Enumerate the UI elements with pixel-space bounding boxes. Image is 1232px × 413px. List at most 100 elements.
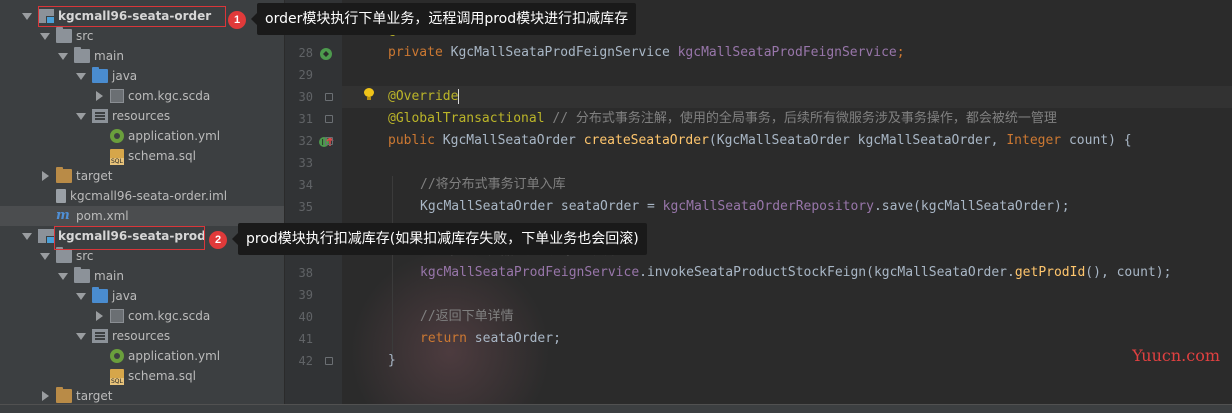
source-folder-icon: [92, 67, 108, 83]
implementation-marker-icon[interactable]: [319, 46, 333, 65]
tree-item[interactable]: application.yml: [0, 346, 284, 366]
code-line-29[interactable]: @Override: [388, 86, 460, 108]
callout-1-highlight: [38, 6, 226, 27]
module-icon: [38, 229, 55, 244]
expand-arrow-icon[interactable]: [40, 31, 50, 41]
line-number: 40: [298, 310, 313, 324]
text-caret: [458, 89, 460, 104]
code-line-34[interactable]: KgcMallSeataOrder seataOrder = kgcMallSe…: [420, 196, 1070, 218]
callout-1-badge: 1: [228, 11, 246, 29]
svg-text:I: I: [322, 138, 324, 147]
line-number: 42: [298, 354, 313, 368]
line-number: 34: [298, 178, 313, 192]
tree-item-label: resources: [112, 329, 171, 343]
expand-arrow-icon[interactable]: [22, 231, 32, 241]
intention-bulb-icon[interactable]: [364, 88, 374, 100]
package-icon: [110, 309, 124, 323]
iml-file-icon: [56, 189, 66, 203]
tree-item[interactable]: main: [0, 46, 284, 66]
code-line-30[interactable]: @GlobalTransactional // 分布式事务注解，使用的全局事务，…: [388, 108, 1057, 130]
folder-icon: [74, 47, 90, 63]
fold-marker-icon[interactable]: [325, 137, 333, 145]
tree-item-label: pom.xml: [76, 209, 129, 223]
excluded-folder-icon: [56, 387, 72, 403]
line-number: 38: [298, 266, 313, 280]
tree-item-label: kgcmall96-seata-order.iml: [70, 189, 228, 203]
line-number: 33: [298, 156, 313, 170]
expand-arrow-icon[interactable]: [22, 11, 32, 21]
site-watermark: Yuucn.com: [1132, 346, 1220, 365]
callout-1-text: order模块执行下单业务，远程调用prod模块进行扣减库存: [250, 3, 637, 35]
project-tree: kgcmall96-seata-order src main java com.kgc.…: [0, 0, 284, 412]
tree-item-label: main: [94, 49, 124, 63]
tree-item-label: application.yml: [128, 349, 221, 363]
code-line-33[interactable]: //将分布式事务订单入库: [420, 174, 566, 196]
package-icon: [110, 89, 124, 103]
excluded-folder-icon: [56, 167, 72, 183]
tree-item[interactable]: target: [0, 386, 284, 406]
expand-arrow-icon[interactable]: [58, 51, 68, 61]
fold-marker-icon[interactable]: [325, 357, 333, 365]
folder-icon: [56, 247, 72, 263]
code-line-39[interactable]: //返回下单详情: [420, 306, 514, 328]
current-line-highlight: [342, 86, 1232, 108]
tree-item-label: src: [76, 29, 94, 43]
callout-2-badge: 2: [209, 231, 227, 249]
tree-item[interactable]: java: [0, 286, 284, 306]
expand-arrow-icon[interactable]: [76, 291, 86, 301]
folder-icon: [56, 27, 72, 43]
tree-item[interactable]: schema.sql: [0, 366, 284, 386]
tree-item[interactable]: resources: [0, 326, 284, 346]
tree-item-label: java: [112, 289, 138, 303]
code-editor[interactable]: @Autowired private KgcMallSeataProdFeign…: [342, 0, 1232, 412]
tree-item-label: schema.sql: [128, 149, 196, 163]
tree-item[interactable]: java: [0, 66, 284, 86]
line-number: 35: [298, 200, 313, 214]
collapse-arrow-icon[interactable]: [94, 311, 104, 321]
callout-2-highlight: [54, 226, 205, 250]
line-number: 30: [298, 90, 313, 104]
yml-file-icon: [110, 129, 124, 143]
tree-item[interactable]: target: [0, 166, 284, 186]
indent-guide: [392, 176, 393, 356]
tree-item-label: main: [94, 269, 124, 283]
code-line-31[interactable]: public KgcMallSeataOrder createSeataOrde…: [388, 130, 1132, 152]
expand-arrow-icon[interactable]: [76, 71, 86, 81]
resources-folder-icon: [92, 109, 108, 123]
expand-arrow-icon[interactable]: [76, 331, 86, 341]
code-line-37[interactable]: kgcMallSeataProdFeignService.invokeSeata…: [420, 262, 1171, 284]
tree-item[interactable]: main: [0, 266, 284, 286]
source-folder-icon: [92, 287, 108, 303]
expand-arrow-icon[interactable]: [58, 271, 68, 281]
tree-item[interactable]: schema.sql: [0, 146, 284, 166]
line-number: 41: [298, 332, 313, 346]
fold-marker-icon[interactable]: [325, 115, 333, 123]
line-number: 28: [298, 46, 313, 60]
tree-item[interactable]: application.yml: [0, 126, 284, 146]
tree-item[interactable]: kgcmall96-seata-order.iml: [0, 186, 284, 206]
editor-gutter: I 2627282930313233343536373839404142: [284, 0, 342, 412]
tree-item-label: src: [76, 249, 94, 263]
tree-item-label: com.kgc.scda: [128, 89, 211, 103]
tree-item[interactable]: com.kgc.scda: [0, 86, 284, 106]
code-line-40[interactable]: return seataOrder;: [420, 328, 561, 350]
tree-item[interactable]: resources: [0, 106, 284, 126]
tree-item[interactable]: com.kgc.scda: [0, 306, 284, 326]
code-line-27[interactable]: private KgcMallSeataProdFeignService kgc…: [388, 42, 905, 64]
tree-item-label: target: [76, 169, 113, 183]
tree-item-label: com.kgc.scda: [128, 309, 211, 323]
tree-item-label: schema.sql: [128, 369, 196, 383]
fold-marker-icon[interactable]: [325, 93, 333, 101]
collapse-arrow-icon[interactable]: [40, 391, 50, 401]
collapse-arrow-icon[interactable]: [40, 171, 50, 181]
line-number: 29: [298, 68, 313, 82]
tree-item[interactable]: src: [0, 26, 284, 46]
line-number: 32: [298, 134, 313, 148]
expand-arrow-icon[interactable]: [76, 111, 86, 121]
yml-file-icon: [110, 349, 124, 363]
expand-arrow-icon[interactable]: [40, 251, 50, 261]
tree-item-label: resources: [112, 109, 171, 123]
code-line-41[interactable]: }: [388, 350, 396, 372]
collapse-arrow-icon[interactable]: [94, 91, 104, 101]
line-number: 39: [298, 288, 313, 302]
